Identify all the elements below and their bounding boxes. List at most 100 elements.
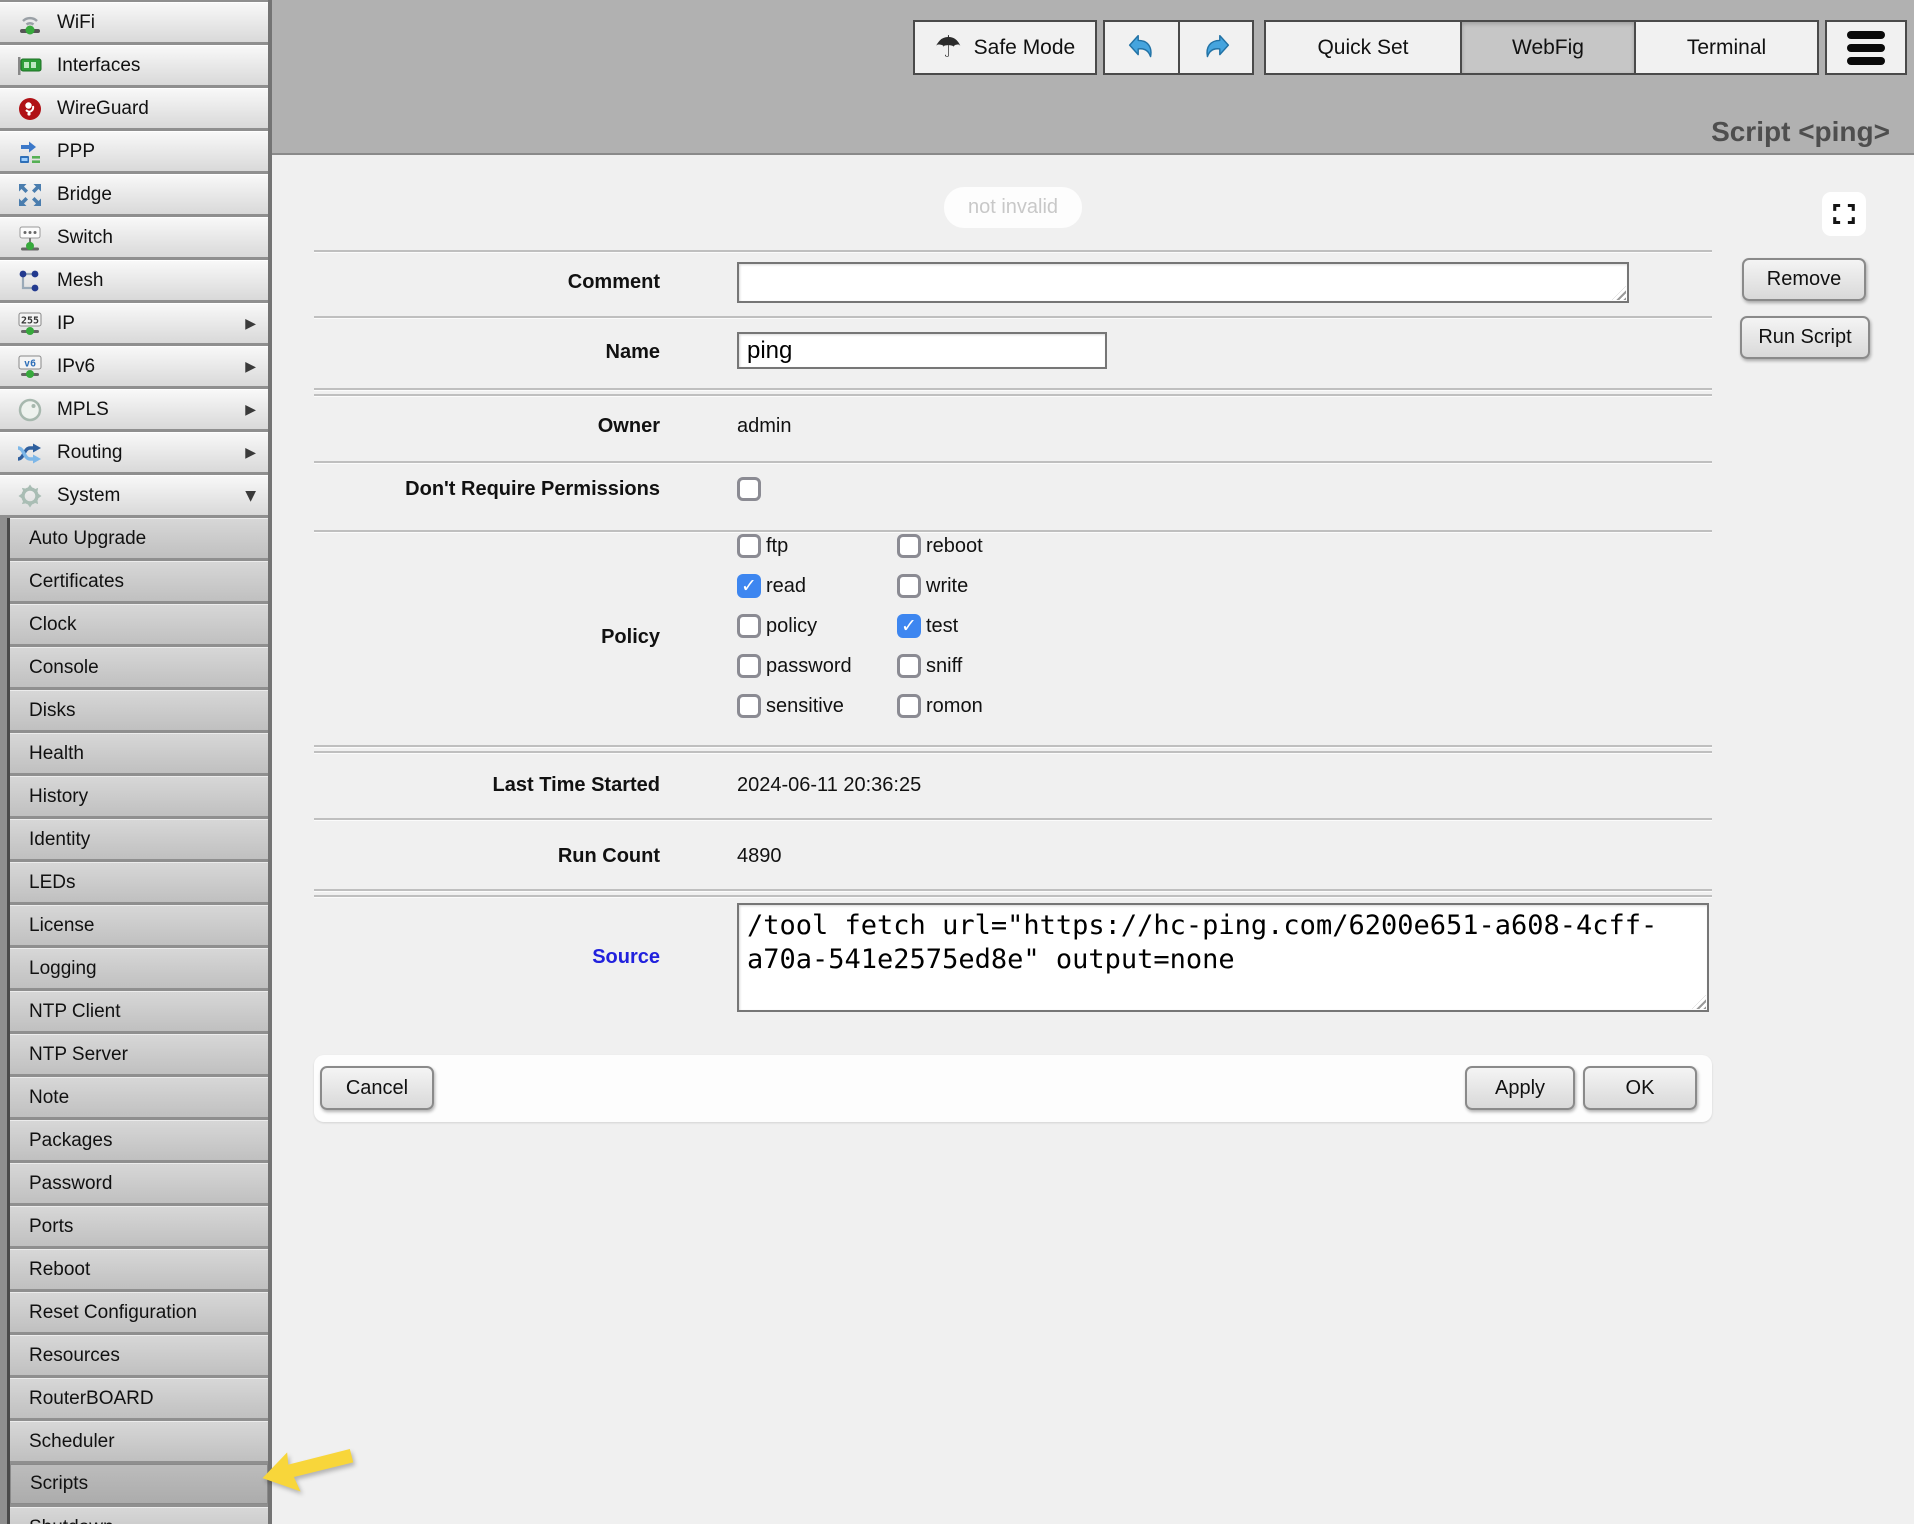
sidebar-item-interfaces[interactable]: Interfaces bbox=[0, 45, 268, 85]
separator bbox=[314, 250, 1712, 253]
tab-terminal[interactable]: Terminal bbox=[1634, 22, 1817, 73]
safe-mode-button[interactable]: ☂ Safe Mode bbox=[913, 20, 1097, 75]
sidebar-subitem-label: Reboot bbox=[29, 1259, 90, 1281]
sidebar-subitem-packages[interactable]: Packages bbox=[10, 1120, 268, 1160]
tab-webfig[interactable]: WebFig bbox=[1460, 22, 1634, 73]
mesh-icon bbox=[15, 266, 45, 296]
menu-button[interactable] bbox=[1825, 20, 1907, 75]
sidebar-subitem-history[interactable]: History bbox=[10, 776, 268, 816]
chevron-right-icon: ▶ bbox=[245, 402, 256, 418]
undo-button[interactable] bbox=[1105, 22, 1178, 73]
sidebar-subitem-label: Disks bbox=[29, 700, 75, 722]
policy-checkbox-sensitive[interactable] bbox=[737, 694, 761, 718]
sidebar-item-label: Switch bbox=[57, 227, 113, 249]
sidebar-item-wireguard[interactable]: WireGuard bbox=[0, 88, 268, 128]
sidebar-item-mesh[interactable]: Mesh bbox=[0, 260, 268, 300]
sidebar-item-switch[interactable]: Switch bbox=[0, 217, 268, 257]
sidebar-subitem-disks[interactable]: Disks bbox=[10, 690, 268, 730]
redo-button[interactable] bbox=[1178, 22, 1252, 73]
sidebar-subitem-resources[interactable]: Resources bbox=[10, 1335, 268, 1375]
sidebar-subitem-label: Shutdown bbox=[29, 1517, 114, 1524]
ok-button[interactable]: OK bbox=[1583, 1066, 1697, 1110]
policy-checkbox-sniff[interactable] bbox=[897, 654, 921, 678]
sidebar-subitem-ntp-client[interactable]: NTP Client bbox=[10, 991, 268, 1031]
sidebar-subitem-label: Clock bbox=[29, 614, 77, 636]
policy-checkbox-romon[interactable] bbox=[897, 694, 921, 718]
apply-button[interactable]: Apply bbox=[1465, 1066, 1575, 1110]
sidebar-item-ppp[interactable]: PPP bbox=[0, 131, 268, 171]
sidebar-subitem-ntp-server[interactable]: NTP Server bbox=[10, 1034, 268, 1074]
svg-text:v6: v6 bbox=[24, 358, 36, 369]
separator bbox=[314, 895, 1712, 898]
sidebar-subitem-routerboard[interactable]: RouterBOARD bbox=[10, 1378, 268, 1418]
policy-checkbox-write[interactable] bbox=[897, 574, 921, 598]
sidebar-subitem-label: RouterBOARD bbox=[29, 1388, 154, 1410]
resize-grip-icon[interactable] bbox=[1612, 286, 1626, 300]
sidebar-subitem-note[interactable]: Note bbox=[10, 1077, 268, 1117]
policy-checkbox-policy[interactable] bbox=[737, 614, 761, 638]
sidebar-top-list: WiFi Interfaces WireGuardPPPBridge Switch Me… bbox=[0, 2, 268, 515]
policy-checkbox-reboot[interactable] bbox=[897, 534, 921, 558]
source-textarea[interactable]: /tool fetch url="https://hc-ping.com/620… bbox=[737, 903, 1709, 1012]
comment-label: Comment bbox=[314, 270, 660, 294]
sidebar: WiFi Interfaces WireGuardPPPBridge Switch Me… bbox=[0, 0, 272, 1524]
bridge-icon bbox=[15, 180, 45, 210]
sidebar-subitem-shutdown[interactable]: Shutdown bbox=[10, 1507, 268, 1524]
sidebar-subitem-reset-configuration[interactable]: Reset Configuration bbox=[10, 1292, 268, 1332]
policy-checkbox-password[interactable] bbox=[737, 654, 761, 678]
sidebar-subitem-console[interactable]: Console bbox=[10, 647, 268, 687]
sidebar-subitem-ports[interactable]: Ports bbox=[10, 1206, 268, 1246]
fullscreen-button[interactable] bbox=[1822, 192, 1866, 236]
sidebar-subitem-license[interactable]: License bbox=[10, 905, 268, 945]
policy-option-label: reboot bbox=[926, 535, 983, 558]
policy-checkbox-ftp[interactable] bbox=[737, 534, 761, 558]
sidebar-item-mpls[interactable]: MPLS ▶ bbox=[0, 389, 268, 429]
sidebar-subitem-clock[interactable]: Clock bbox=[10, 604, 268, 644]
dont-require-permissions-checkbox[interactable] bbox=[737, 477, 761, 501]
run-script-button[interactable]: Run Script bbox=[1740, 316, 1870, 359]
policy-option-sensitive: sensitive bbox=[737, 694, 897, 718]
page-title: Script <ping> bbox=[1711, 116, 1890, 148]
chevron-right-icon: ▶ bbox=[245, 445, 256, 461]
policy-checkbox-test[interactable] bbox=[897, 614, 921, 638]
tab-quick-set[interactable]: Quick Set bbox=[1266, 22, 1460, 73]
fullscreen-icon bbox=[1827, 197, 1861, 231]
sidebar-subitem-health[interactable]: Health bbox=[10, 733, 268, 773]
sidebar-subitem-identity[interactable]: Identity bbox=[10, 819, 268, 859]
sidebar-subitem-certificates[interactable]: Certificates bbox=[10, 561, 268, 601]
policy-checkbox-read[interactable] bbox=[737, 574, 761, 598]
cancel-button[interactable]: Cancel bbox=[320, 1066, 434, 1110]
sidebar-subitem-label: Note bbox=[29, 1087, 69, 1109]
comment-textarea[interactable] bbox=[737, 262, 1629, 303]
name-input[interactable] bbox=[737, 332, 1107, 369]
sidebar-subitem-scheduler[interactable]: Scheduler bbox=[10, 1421, 268, 1461]
sidebar-item-wifi[interactable]: WiFi bbox=[0, 2, 268, 42]
sidebar-item-ip[interactable]: 255IP▶ bbox=[0, 303, 268, 343]
sidebar-subitem-scripts[interactable]: Scripts bbox=[10, 1464, 268, 1504]
separator bbox=[314, 751, 1712, 754]
dont-require-permissions-label: Don't Require Permissions bbox=[314, 477, 660, 501]
system-icon bbox=[15, 481, 45, 511]
sidebar-subitem-password[interactable]: Password bbox=[10, 1163, 268, 1203]
sidebar-subitem-logging[interactable]: Logging bbox=[10, 948, 268, 988]
sidebar-item-ipv6[interactable]: v6IPv6▶ bbox=[0, 346, 268, 386]
undo-icon bbox=[1123, 29, 1161, 67]
status-pill: not invalid bbox=[944, 187, 1082, 228]
remove-button[interactable]: Remove bbox=[1742, 258, 1866, 301]
sidebar-item-label: MPLS bbox=[57, 399, 109, 421]
sidebar-subitem-label: Certificates bbox=[29, 571, 124, 593]
sidebar-item-label: Interfaces bbox=[57, 55, 140, 77]
separator bbox=[314, 818, 1712, 821]
sidebar-subitem-reboot[interactable]: Reboot bbox=[10, 1249, 268, 1289]
script-form: not invalid Comment Name Owner admin Don… bbox=[272, 155, 1914, 1524]
chevron-down-icon: ▼ bbox=[245, 488, 256, 504]
terminal-label: Terminal bbox=[1687, 36, 1766, 60]
policy-option-sniff: sniff bbox=[897, 654, 1117, 678]
sidebar-subitem-leds[interactable]: LEDs bbox=[10, 862, 268, 902]
sidebar-subitem-auto-upgrade[interactable]: Auto Upgrade bbox=[10, 518, 268, 558]
sidebar-item-routing[interactable]: Routing▶ bbox=[0, 432, 268, 472]
sidebar-item-bridge[interactable]: Bridge bbox=[0, 174, 268, 214]
policy-grid: ftprebootreadwritepolicytestpasswordsnif… bbox=[737, 534, 1117, 718]
sidebar-subitem-label: Packages bbox=[29, 1130, 112, 1152]
sidebar-item-system[interactable]: System▼ bbox=[0, 475, 268, 515]
